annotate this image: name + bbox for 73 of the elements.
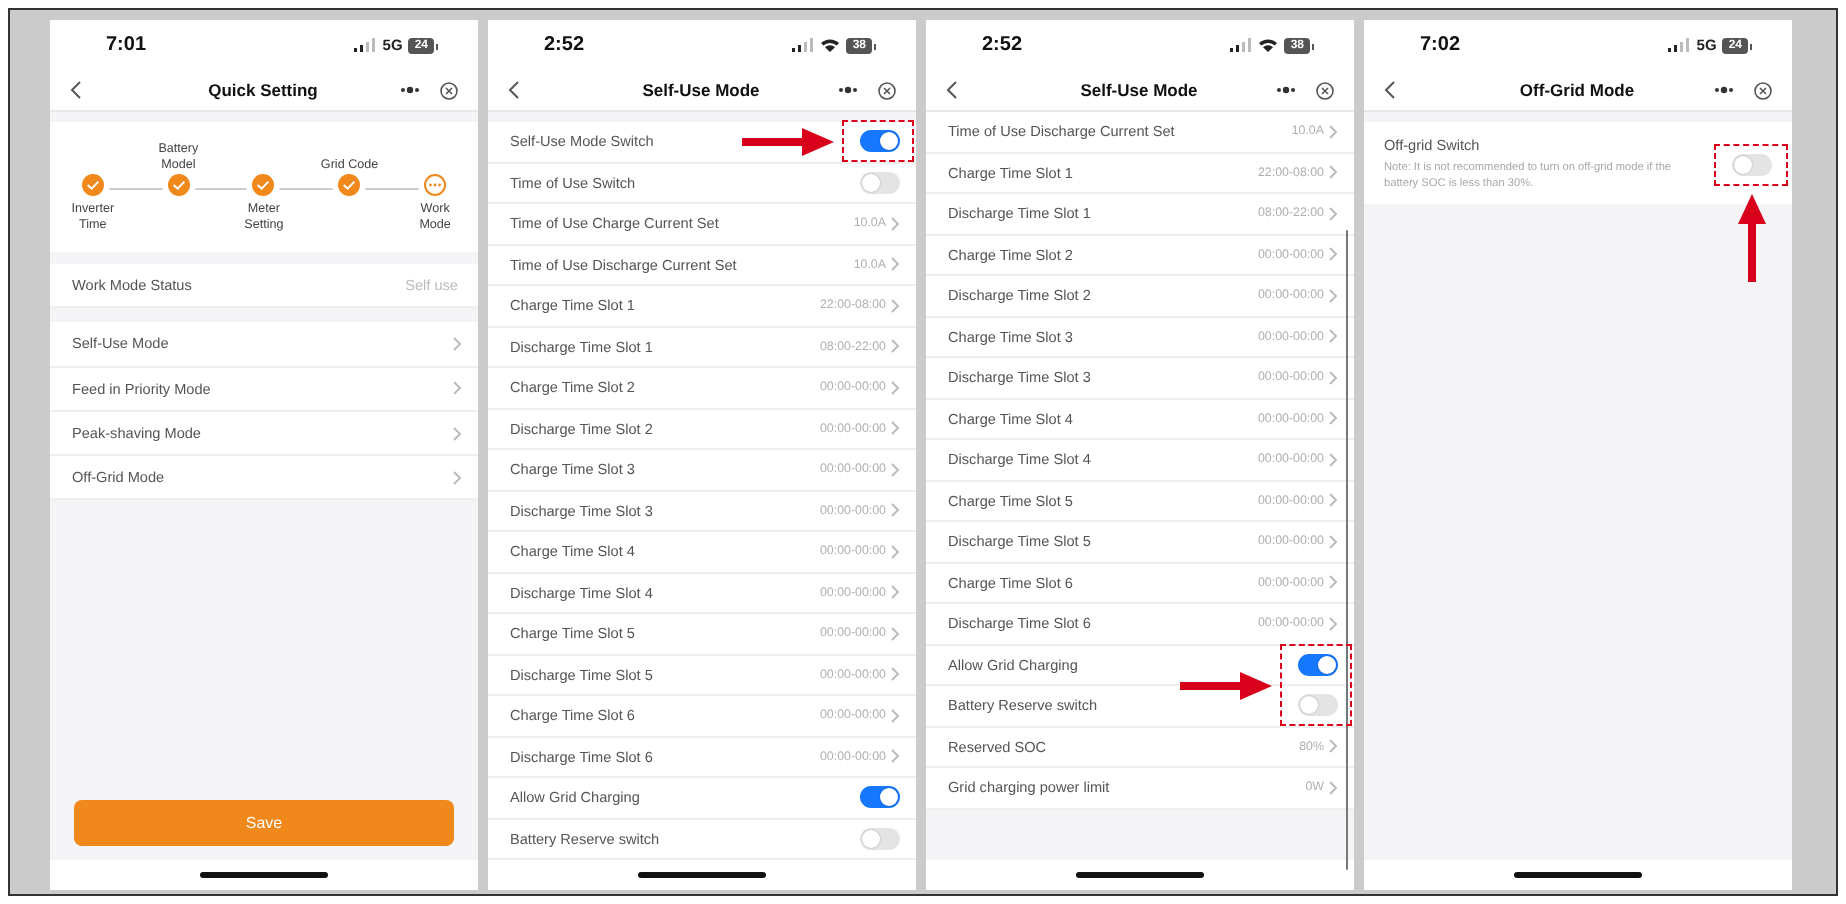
chevron-icon (890, 666, 900, 683)
chevron-icon (1328, 328, 1338, 345)
signal-icon (1668, 38, 1691, 52)
back-icon[interactable] (946, 80, 958, 100)
chevron-icon (1328, 779, 1338, 796)
chevron-icon (890, 256, 900, 273)
signal-icon (1230, 38, 1253, 52)
chevron-icon (452, 469, 462, 486)
back-icon[interactable] (508, 80, 520, 100)
chevron-icon (1328, 246, 1338, 263)
close-icon[interactable] (878, 81, 896, 99)
wifi-icon (820, 38, 841, 52)
back-icon[interactable] (70, 80, 82, 100)
signal-icon (792, 38, 815, 52)
chevron-icon (1328, 451, 1338, 468)
close-icon[interactable] (440, 81, 458, 99)
toggle-switch[interactable] (860, 130, 900, 153)
screen-title: Self-Use Mode (640, 80, 762, 100)
chevron-icon (890, 543, 900, 560)
close-icon[interactable] (1316, 81, 1334, 99)
chevron-icon (1328, 369, 1338, 386)
toggle-switch[interactable] (1732, 153, 1772, 175)
toggle-switch[interactable] (860, 827, 900, 850)
chevron-icon (1328, 492, 1338, 509)
chevron-icon (1328, 287, 1338, 304)
callout-arrow (1180, 669, 1272, 701)
close-icon[interactable] (1754, 81, 1772, 99)
home-indicator (1514, 872, 1642, 878)
chevron-icon (890, 338, 900, 355)
chevron-icon (452, 425, 462, 442)
chevron-icon (890, 461, 900, 478)
screen-title: Self-Use Mode (1078, 80, 1200, 100)
more-icon[interactable] (400, 86, 420, 94)
chevron-icon (890, 748, 900, 765)
chevron-icon (452, 335, 462, 352)
signal-icon (354, 38, 377, 52)
home-indicator (638, 872, 766, 878)
more-icon[interactable] (838, 86, 858, 94)
screen-title: Off-Grid Mode (1517, 80, 1637, 100)
toggle-switch[interactable] (860, 786, 900, 809)
chevron-icon (890, 707, 900, 724)
chevron-icon (890, 379, 900, 396)
chevron-icon (1328, 738, 1338, 755)
chevron-icon (890, 584, 900, 601)
chevron-icon (1328, 205, 1338, 222)
chevron-icon (890, 420, 900, 437)
more-icon[interactable] (1276, 86, 1296, 94)
chevron-icon (452, 380, 462, 397)
status-time: 2:52 (982, 34, 1025, 56)
callout-arrow (1737, 193, 1765, 281)
home-indicator (200, 872, 328, 878)
chevron-icon (890, 625, 900, 642)
chevron-icon (890, 215, 900, 232)
more-icon[interactable] (1714, 86, 1734, 94)
chevron-icon (890, 297, 900, 314)
chevron-icon (1328, 164, 1338, 181)
chevron-icon (1328, 123, 1338, 140)
status-time: 7:02 (1420, 34, 1463, 56)
toggle-switch[interactable] (860, 171, 900, 194)
status-time: 7:01 (106, 34, 149, 56)
chevron-icon (890, 502, 900, 519)
back-icon[interactable] (1384, 80, 1396, 100)
chevron-icon (1328, 410, 1338, 427)
status-time: 2:52 (544, 34, 587, 56)
chevron-icon (1328, 533, 1338, 550)
toggle-switch[interactable] (1298, 694, 1338, 717)
chevron-icon (1328, 615, 1338, 632)
chevron-icon (1328, 574, 1338, 591)
home-indicator (1076, 872, 1204, 878)
wifi-icon (1258, 38, 1279, 52)
screen-title: Quick Setting (206, 80, 320, 100)
callout-arrow (742, 125, 834, 158)
toggle-switch[interactable] (1298, 653, 1338, 676)
